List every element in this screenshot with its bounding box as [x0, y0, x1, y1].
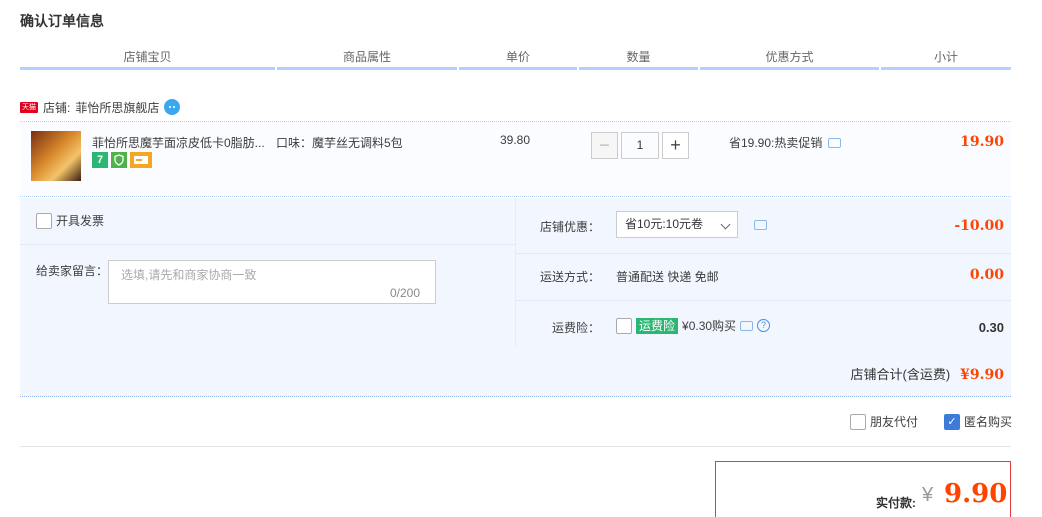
shop-total-label: 店铺合计(含运费) — [850, 367, 951, 382]
insurance-label: 运费险： — [552, 321, 601, 335]
credit-card-icon[interactable] — [130, 152, 152, 168]
quantity-decrease-button[interactable]: − — [591, 132, 618, 159]
shop-total-value: ¥9.90 — [960, 367, 1004, 383]
discount-info-icon[interactable] — [754, 220, 767, 230]
seller-message-label: 给卖家留言： — [36, 264, 109, 278]
friend-pay-label: 朋友代付 — [869, 415, 918, 429]
item-promotion: 省19.90:热卖促销 — [729, 134, 842, 151]
seven-day-return-icon[interactable]: 7 — [92, 152, 108, 168]
shop-name-link[interactable]: 菲怡所思旗舰店 — [75, 99, 159, 116]
shop-discount-value: -10.00 — [954, 218, 1004, 234]
insurance-value: 0.30 — [978, 320, 1004, 335]
quantity-increase-button[interactable]: + — [662, 132, 689, 159]
divider — [515, 300, 1011, 301]
shop-discount-label: 店铺优惠： — [540, 220, 601, 234]
invoice-label: 开具发票 — [56, 214, 105, 228]
divider — [515, 253, 1011, 254]
shipping-label: 运送方式： — [540, 270, 601, 284]
product-thumbnail[interactable] — [31, 131, 81, 181]
wangwang-chat-icon[interactable] — [164, 99, 181, 115]
divider — [20, 446, 1011, 447]
promotion-info-icon[interactable] — [828, 137, 842, 148]
chevron-down-icon — [720, 219, 731, 230]
unit-price: 39.80 — [500, 133, 531, 147]
invoice-option[interactable]: 开具发票 — [36, 212, 104, 229]
column-header-attribute: 商品属性 — [277, 48, 457, 70]
quantity-stepper: − 1 + — [591, 132, 689, 159]
insurance-checkbox[interactable] — [616, 317, 632, 334]
guarantee-shield-icon[interactable] — [111, 152, 127, 168]
payment-label: 实付款: — [876, 496, 916, 510]
shipping-method: 普通配送 快递 免邮 — [616, 270, 719, 284]
column-header-discount: 优惠方式 — [700, 48, 879, 70]
tmall-logo-icon: 天猫 — [20, 101, 38, 113]
friend-pay-option[interactable]: 朋友代付 — [849, 413, 918, 430]
page-title: 确认订单信息 — [20, 13, 104, 29]
item-subtotal: 19.90 — [960, 134, 1004, 150]
column-header-row: 店铺宝贝 商品属性 单价 数量 优惠方式 小计 — [20, 48, 1011, 70]
friend-pay-checkbox[interactable] — [849, 413, 866, 430]
payment-currency: ¥ — [922, 484, 934, 506]
insurance-tag: 运费险 — [636, 317, 679, 334]
product-attribute: 口味：魔芋丝无调料5包 — [276, 136, 403, 150]
shop-discount-selected: 省10元:10元卷 — [625, 217, 704, 231]
payment-options: 朋友代付 ✓ 匿名购买 — [849, 413, 1012, 430]
anonymous-option[interactable]: ✓ 匿名购买 — [943, 413, 1012, 430]
anonymous-checkbox[interactable]: ✓ — [943, 413, 960, 430]
anonymous-label: 匿名购买 — [963, 415, 1012, 429]
seller-message-char-count: 0/200 — [390, 286, 421, 300]
column-header-shop-item: 店铺宝贝 — [20, 48, 275, 70]
seller-message-placeholder: 选填,请先和商家协商一致 — [121, 268, 257, 282]
column-header-unit-price: 单价 — [459, 48, 577, 70]
service-badges: 7 — [92, 152, 152, 168]
insurance-price-text: ¥0.30购买 — [682, 319, 737, 333]
promotion-text: 省19.90:热卖促销 — [729, 136, 823, 150]
insurance-option: 运费险 ¥0.30购买 ? — [616, 317, 771, 334]
column-header-quantity: 数量 — [579, 48, 698, 70]
help-icon[interactable]: ? — [757, 319, 771, 332]
shop-total: 店铺合计(含运费) ¥9.90 — [850, 364, 1004, 383]
shop-discount-select[interactable]: 省10元:10元卷 — [616, 211, 738, 238]
quantity-input[interactable]: 1 — [621, 132, 659, 159]
shop-label: 店铺: — [43, 100, 71, 115]
insurance-info-icon[interactable] — [740, 320, 754, 331]
payment-amount: 9.90 — [944, 479, 1008, 509]
divider — [20, 244, 515, 245]
product-name-link[interactable]: 菲怡所思魔芋面凉皮低卡0脂肪... — [92, 134, 272, 151]
shipping-value: 0.00 — [969, 267, 1004, 283]
column-header-subtotal: 小计 — [881, 48, 1011, 70]
invoice-checkbox[interactable] — [36, 212, 52, 229]
shop-line: 天猫 店铺: 菲怡所思旗舰店 — [20, 98, 181, 116]
